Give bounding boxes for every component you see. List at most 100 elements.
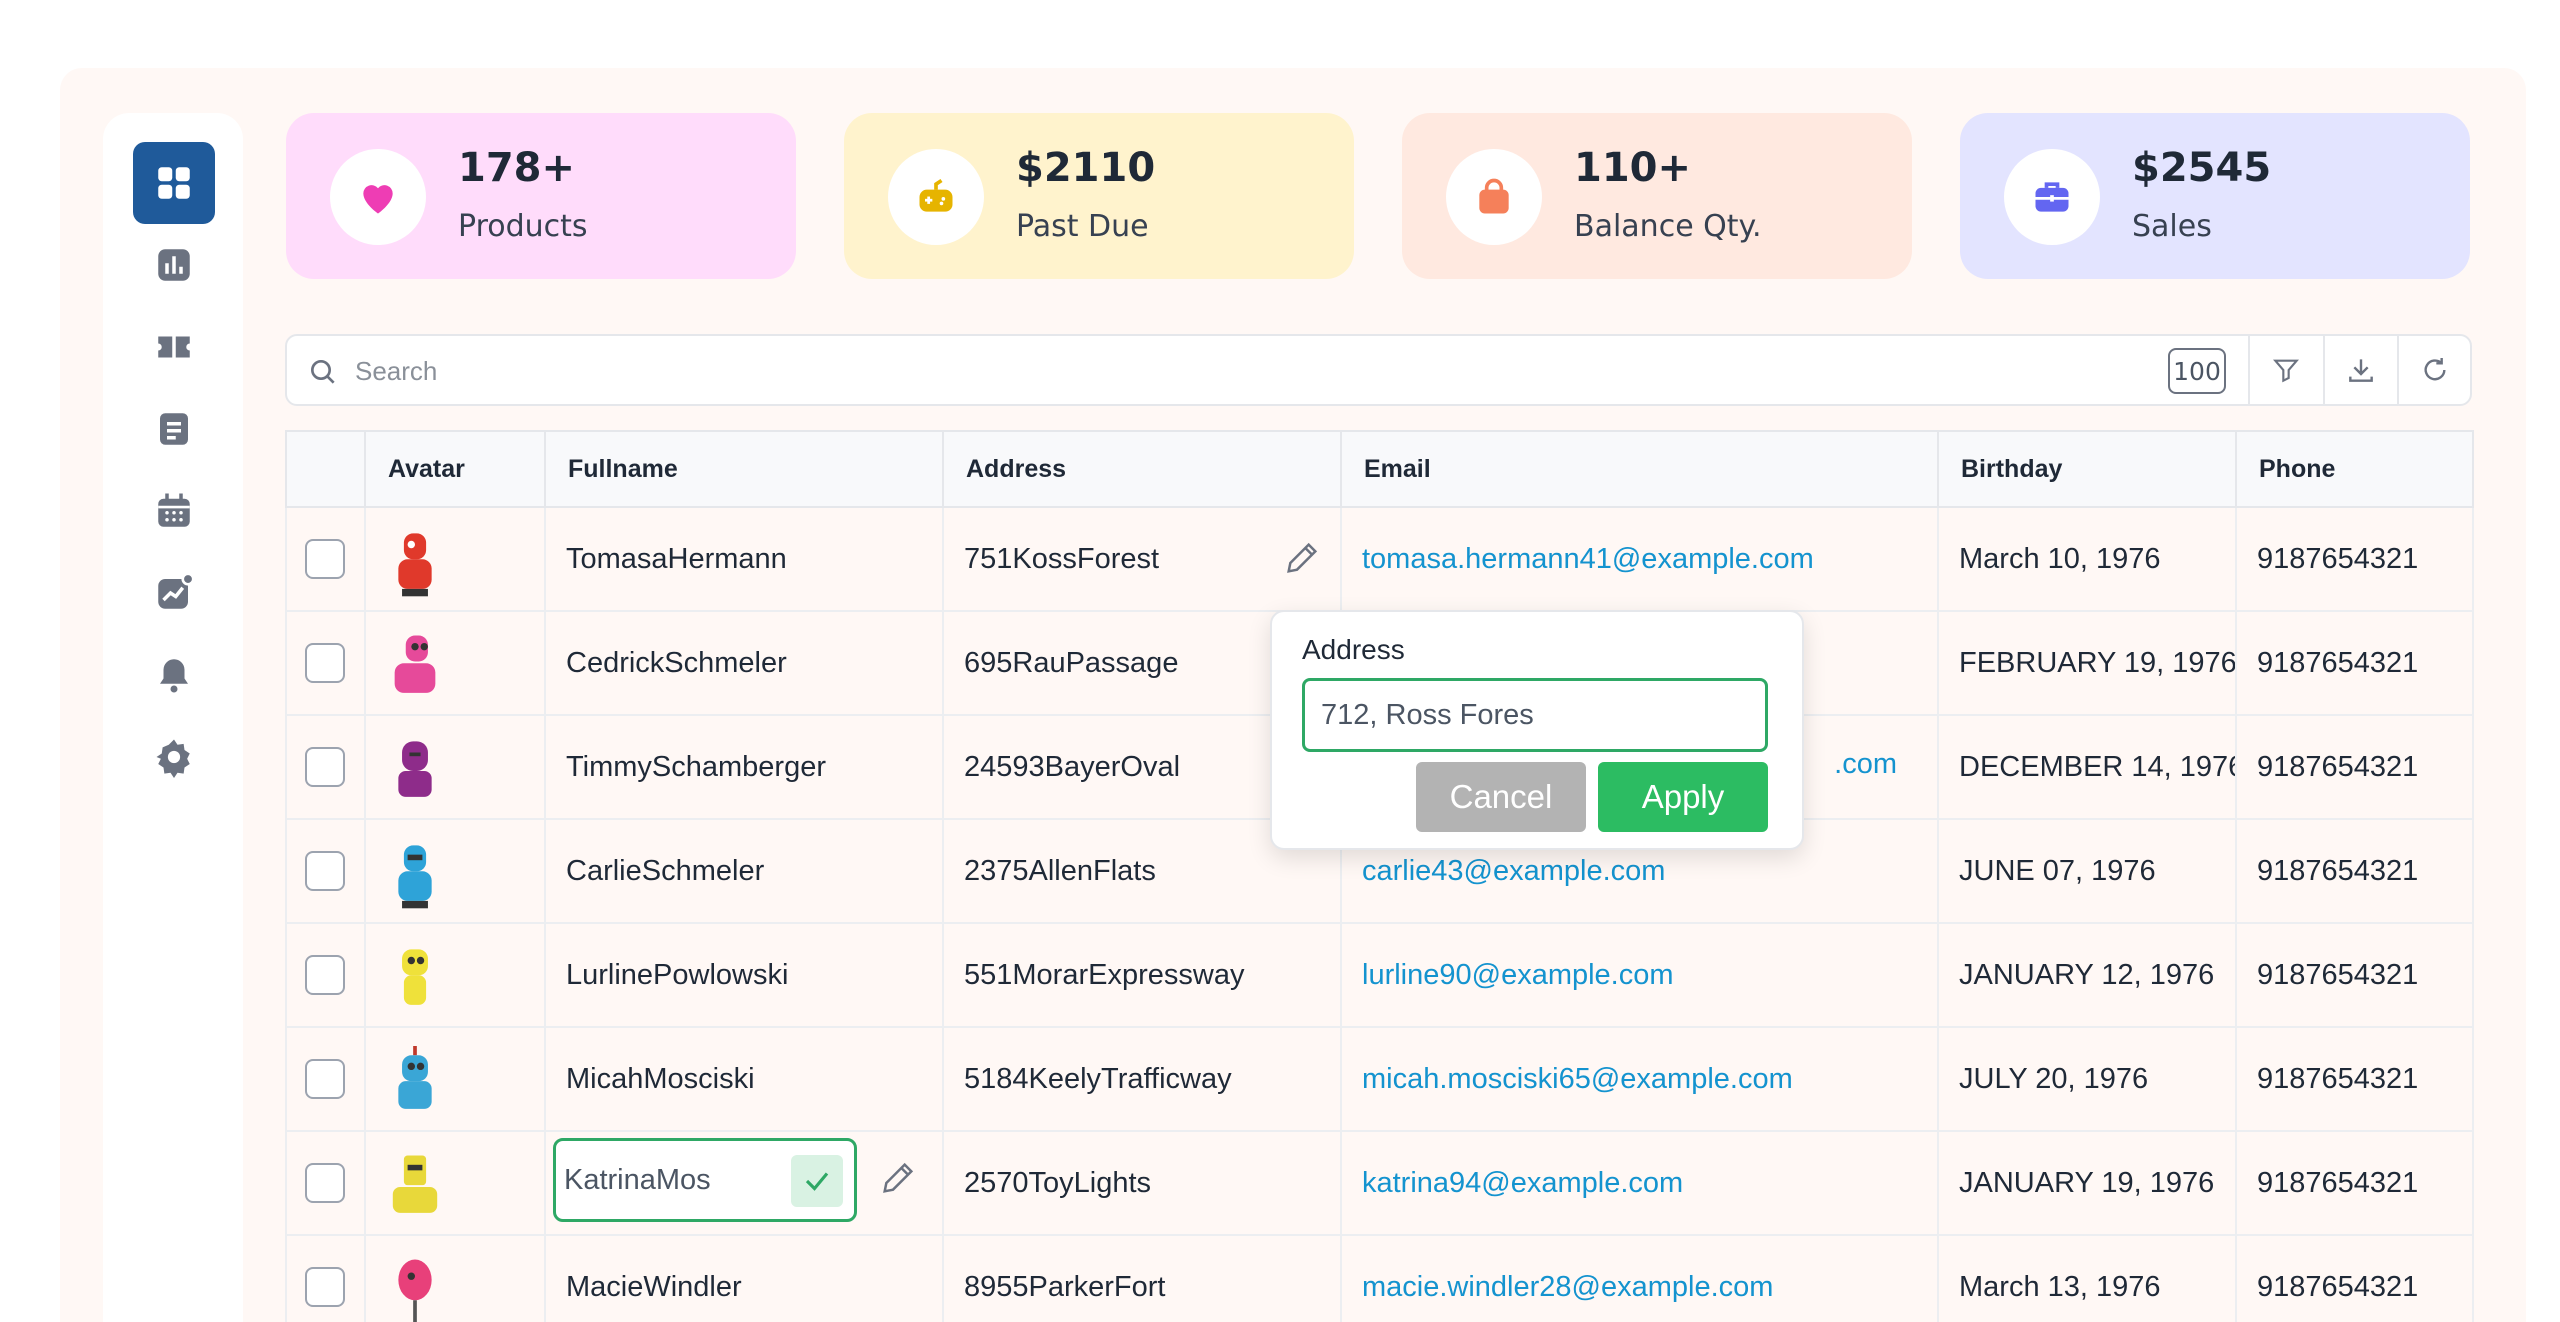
row-select-cell xyxy=(285,1026,366,1132)
email-text: .com xyxy=(1834,748,1897,780)
header-avatar[interactable]: Avatar xyxy=(364,430,546,508)
row-checkbox[interactable] xyxy=(305,1059,345,1099)
nav-analytics[interactable] xyxy=(133,552,215,634)
gear-icon xyxy=(156,739,190,778)
page-size-badge[interactable]: 100 xyxy=(2168,348,2226,394)
nav-dashboard[interactable] xyxy=(133,142,215,224)
email-cell[interactable]: tomasa.hermann41@example.com xyxy=(1340,506,1939,612)
birthday-cell[interactable]: JUNE 07, 1976 xyxy=(1937,818,2237,924)
address-edit-input[interactable] xyxy=(1302,678,1768,752)
table-row: TomasaHermann 751KossForest tomasa.herma… xyxy=(285,506,2474,612)
fullname-cell[interactable]: CedrickSchmeler xyxy=(544,610,944,716)
avatar-cell xyxy=(364,714,546,820)
table-row: MacieWindler 8955ParkerFort macie.windle… xyxy=(285,1234,2474,1322)
header-phone[interactable]: Phone xyxy=(2235,430,2474,508)
email-cell[interactable]: micah.mosciski65@example.com xyxy=(1340,1026,1939,1132)
fullname-cell[interactable]: TimmySchamberger xyxy=(544,714,944,820)
stat-value: 110+ xyxy=(1574,145,1692,191)
phone-cell[interactable]: 9187654321 xyxy=(2235,714,2474,820)
address-cell[interactable]: 5184KeelyTrafficway xyxy=(942,1026,1342,1132)
document-icon xyxy=(160,413,188,445)
phone-cell[interactable]: 9187654321 xyxy=(2235,506,2474,612)
header-fullname[interactable]: Fullname xyxy=(544,430,944,508)
phone-cell[interactable]: 9187654321 xyxy=(2235,818,2474,924)
nav-reports[interactable] xyxy=(133,224,215,306)
header-address[interactable]: Address xyxy=(942,430,1342,508)
pencil-icon[interactable] xyxy=(878,1158,918,1198)
analytics-icon xyxy=(158,572,195,609)
bar-chart-icon xyxy=(158,249,190,281)
nav-notifications[interactable] xyxy=(133,634,215,716)
table-row: MicahMosciski 5184KeelyTrafficway micah.… xyxy=(285,1026,2474,1132)
row-checkbox[interactable] xyxy=(305,747,345,787)
nav-documents[interactable] xyxy=(133,388,215,470)
birthday-cell[interactable]: JANUARY 19, 1976 xyxy=(1937,1130,2237,1236)
birthday-cell[interactable]: March 10, 1976 xyxy=(1937,506,2237,612)
fullname-cell[interactable]: MacieWindler xyxy=(544,1234,944,1322)
row-checkbox[interactable] xyxy=(305,851,345,891)
birthday-cell[interactable]: FEBRUARY 19, 1976 xyxy=(1937,610,2237,716)
download-button[interactable] xyxy=(2323,336,2397,404)
refresh-button[interactable] xyxy=(2397,336,2471,404)
birthday-cell[interactable]: JULY 20, 1976 xyxy=(1937,1026,2237,1132)
phone-cell[interactable]: 9187654321 xyxy=(2235,1130,2474,1236)
header-select[interactable] xyxy=(285,430,366,508)
stat-value: 178+ xyxy=(458,145,576,191)
robot-avatar-icon xyxy=(398,1259,432,1322)
fullname-cell[interactable]: LurlinePowlowski xyxy=(544,922,944,1028)
row-checkbox[interactable] xyxy=(305,1267,345,1307)
address-cell[interactable]: 751KossForest xyxy=(942,506,1342,612)
briefcase-icon xyxy=(2035,182,2069,212)
email-cell[interactable]: macie.windler28@example.com xyxy=(1340,1234,1939,1322)
header-birthday[interactable]: Birthday xyxy=(1937,430,2237,508)
nav-settings[interactable] xyxy=(133,716,215,798)
row-checkbox[interactable] xyxy=(305,1163,345,1203)
header-email[interactable]: Email xyxy=(1340,430,1939,508)
row-checkbox[interactable] xyxy=(305,955,345,995)
nav-calendar[interactable] xyxy=(133,470,215,552)
fullname-cell[interactable]: MicahMosciski xyxy=(544,1026,944,1132)
dashboard-icon xyxy=(158,167,190,199)
filter-button[interactable] xyxy=(2248,336,2322,404)
stat-icon-container xyxy=(888,149,984,245)
robot-avatar-icon xyxy=(398,533,432,597)
fullname-cell[interactable]: TomasaHermann xyxy=(544,506,944,612)
fullname-edit-input[interactable] xyxy=(564,1157,774,1203)
phone-cell[interactable]: 9187654321 xyxy=(2235,1234,2474,1322)
address-edit-popup: Address Cancel Apply xyxy=(1270,610,1804,850)
email-cell[interactable]: katrina94@example.com xyxy=(1340,1130,1939,1236)
row-select-cell xyxy=(285,610,366,716)
cancel-button[interactable]: Cancel xyxy=(1416,762,1586,832)
phone-cell[interactable]: 9187654321 xyxy=(2235,610,2474,716)
avatar-cell xyxy=(364,506,546,612)
phone-cell[interactable]: 9187654321 xyxy=(2235,922,2474,1028)
address-cell[interactable]: 551MorarExpressway xyxy=(942,922,1342,1028)
stat-icon-container xyxy=(330,149,426,245)
robot-avatar-icon xyxy=(394,635,436,693)
address-cell[interactable]: 8955ParkerFort xyxy=(942,1234,1342,1322)
robot-avatar-icon xyxy=(402,949,428,1005)
nav-tickets[interactable] xyxy=(133,306,215,388)
birthday-cell[interactable]: DECEMBER 14, 1976 xyxy=(1937,714,2237,820)
avatar-cell xyxy=(364,610,546,716)
email-cell[interactable]: lurline90@example.com xyxy=(1340,922,1939,1028)
stat-card-past-due: $2110 Past Due xyxy=(844,113,1354,279)
tickets-icon xyxy=(158,336,190,358)
game-controller-icon xyxy=(919,178,953,212)
row-checkbox[interactable] xyxy=(305,643,345,683)
confirm-edit-button[interactable] xyxy=(791,1155,843,1207)
refresh-icon xyxy=(2424,358,2446,381)
birthday-cell[interactable]: JANUARY 12, 1976 xyxy=(1937,922,2237,1028)
row-select-cell xyxy=(285,922,366,1028)
birthday-cell[interactable]: March 13, 1976 xyxy=(1937,1234,2237,1322)
fullname-cell[interactable]: CarlieSchmeler xyxy=(544,818,944,924)
table-header-row: Avatar Fullname Address Email Birthday P… xyxy=(285,430,2474,508)
pencil-icon[interactable] xyxy=(1282,538,1322,578)
phone-cell[interactable]: 9187654321 xyxy=(2235,1026,2474,1132)
apply-button[interactable]: Apply xyxy=(1598,762,1768,832)
search-input[interactable] xyxy=(355,350,1755,392)
search-icon xyxy=(311,360,335,384)
row-checkbox[interactable] xyxy=(305,539,345,579)
heart-icon xyxy=(363,185,393,214)
address-cell[interactable]: 2570ToyLights xyxy=(942,1130,1342,1236)
